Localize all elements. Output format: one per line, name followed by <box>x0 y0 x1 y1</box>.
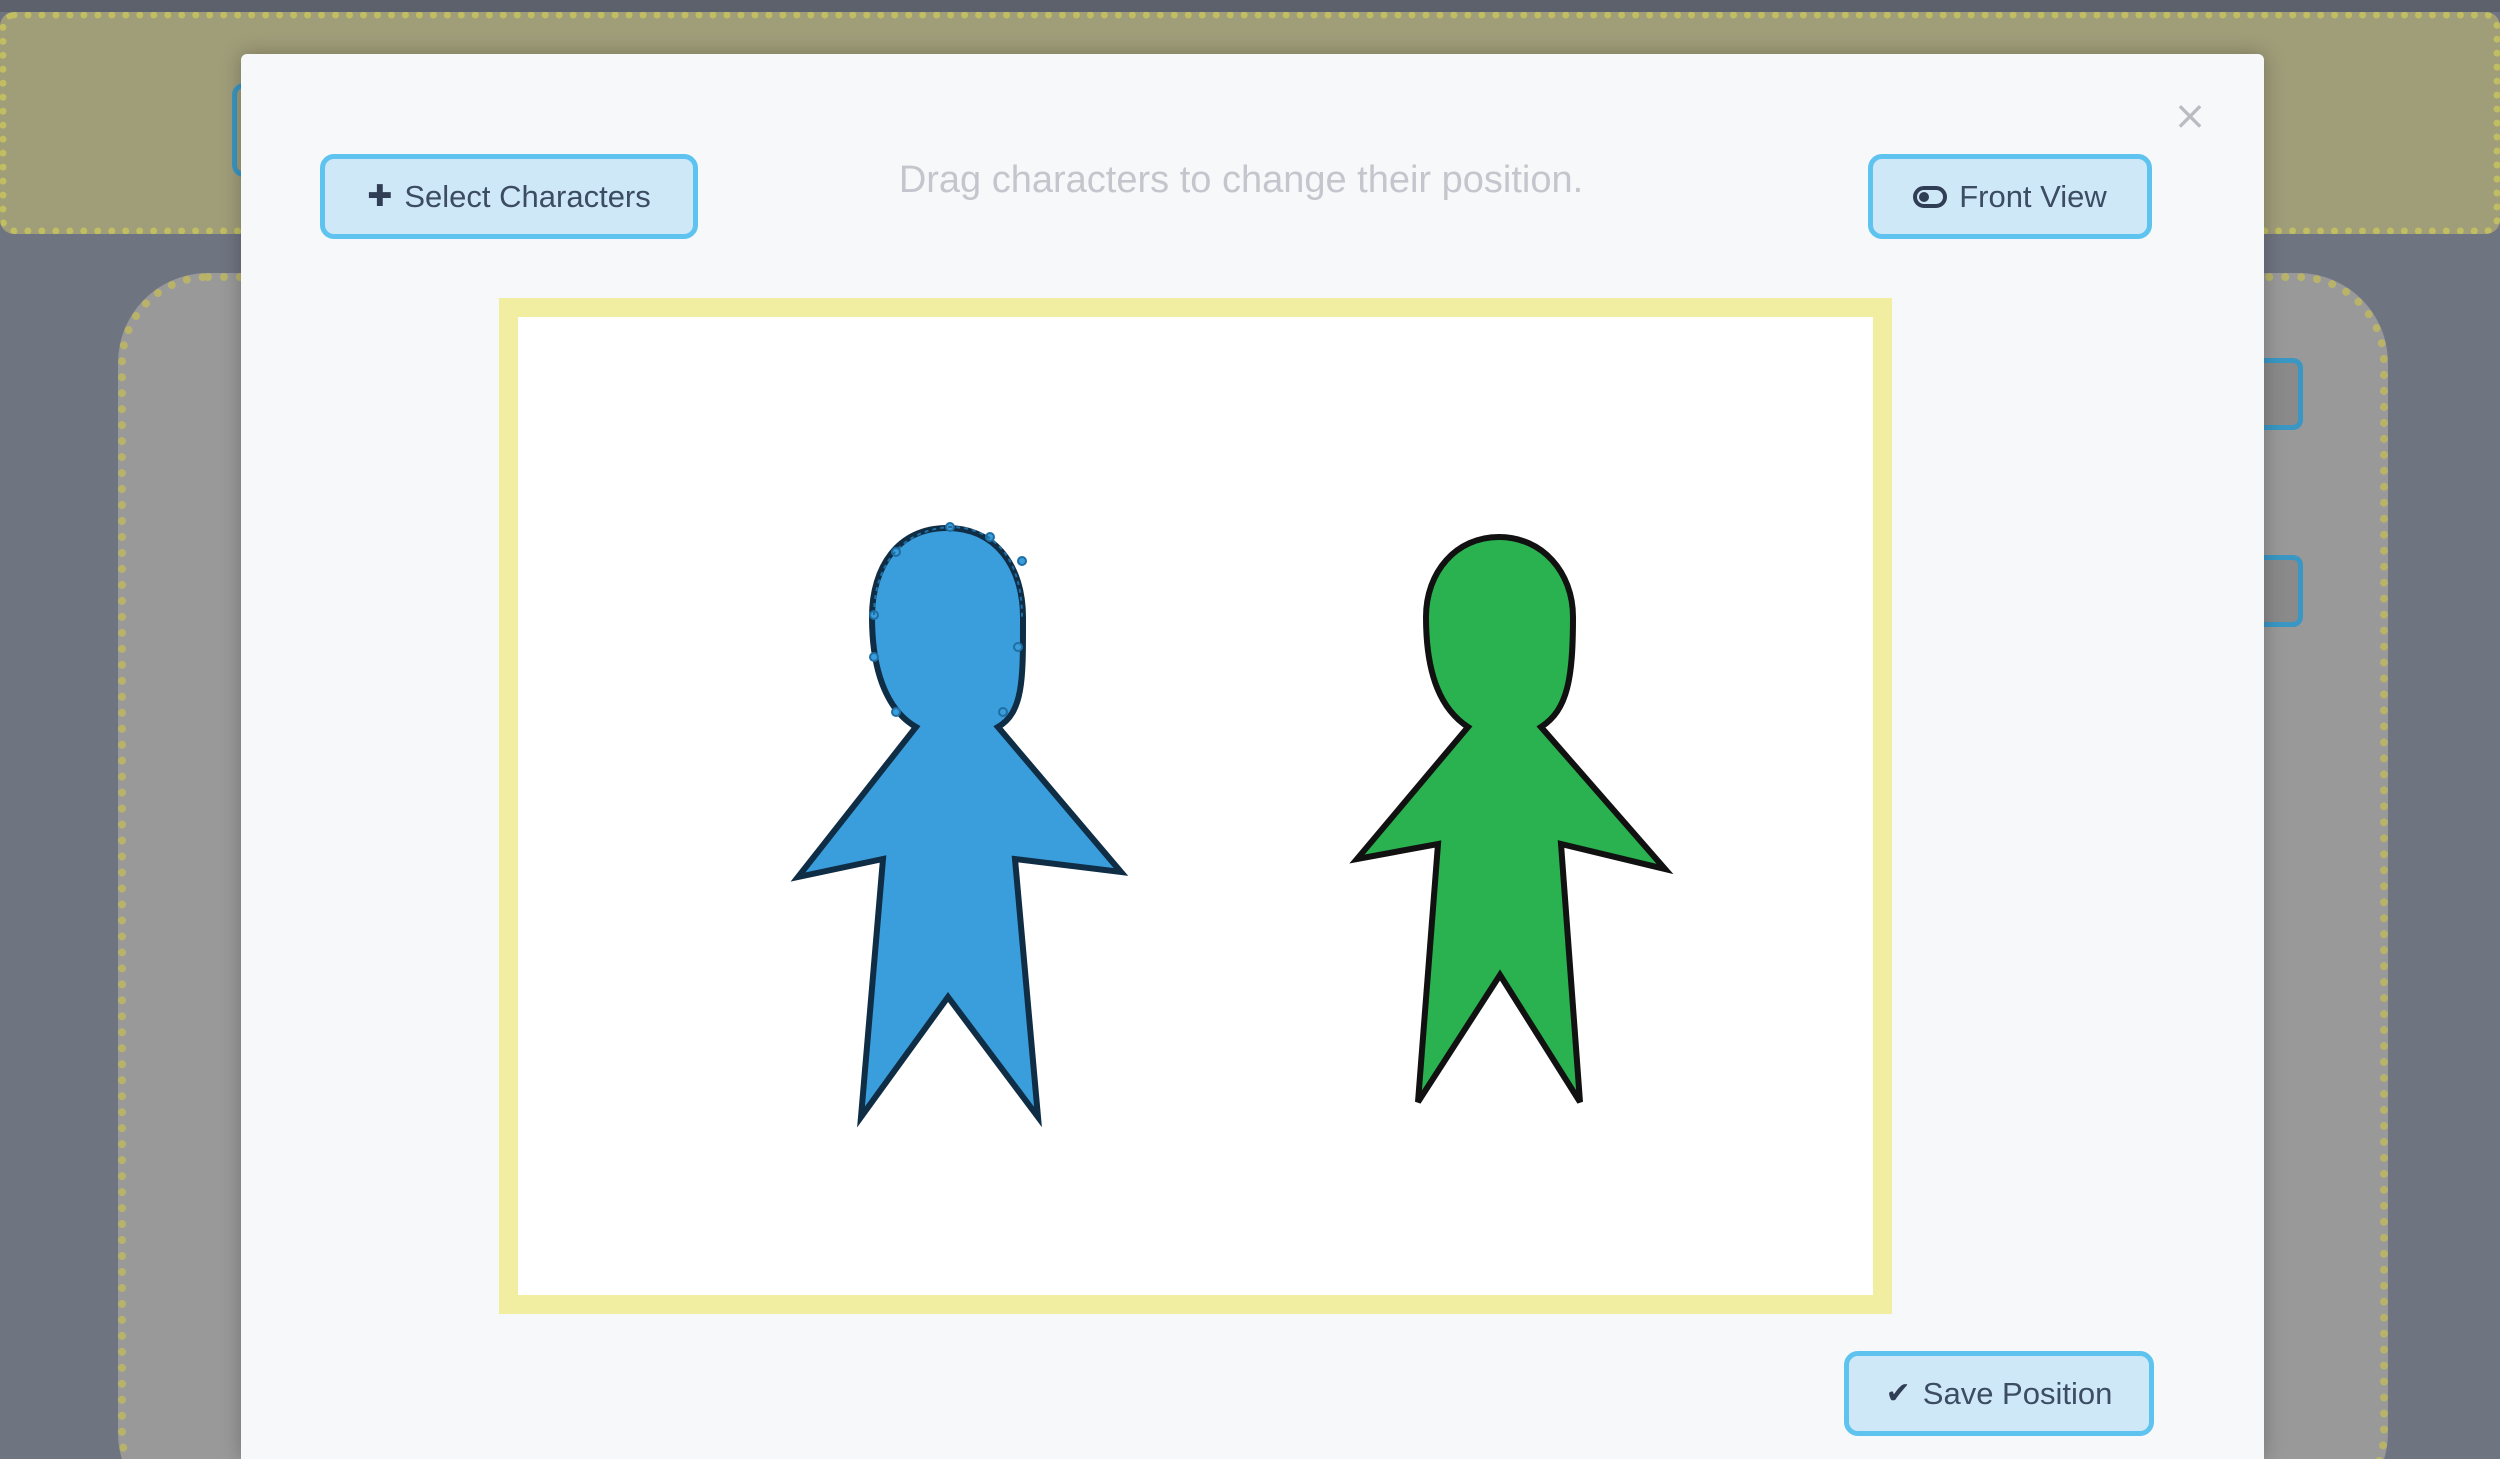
character-stage <box>499 298 1892 1314</box>
save-position-label: Save Position <box>1922 1375 2113 1411</box>
background-topbar <box>0 0 2500 12</box>
drag-hint-text: Drag characters to change their position… <box>898 159 1584 201</box>
toggle-icon <box>1913 185 1948 208</box>
save-position-button[interactable]: ✔ Save Position <box>1844 1351 2154 1436</box>
plus-icon: ✚ <box>367 179 393 213</box>
green-character[interactable] <box>1349 533 1674 1104</box>
front-view-button[interactable]: Front View <box>1868 154 2152 239</box>
close-icon[interactable]: × <box>2170 96 2210 136</box>
blue-character[interactable] <box>790 522 1129 1128</box>
background-side-button <box>2262 555 2303 627</box>
front-view-label: Front View <box>1959 178 2107 214</box>
checkmark-icon: ✔ <box>1885 1376 1911 1410</box>
select-characters-label: Select Characters <box>404 178 651 214</box>
select-characters-button[interactable]: ✚ Select Characters <box>320 154 698 239</box>
character-position-modal: × ✚ Select Characters Drag characters to… <box>241 54 2264 1459</box>
background-side-button <box>2262 358 2303 430</box>
